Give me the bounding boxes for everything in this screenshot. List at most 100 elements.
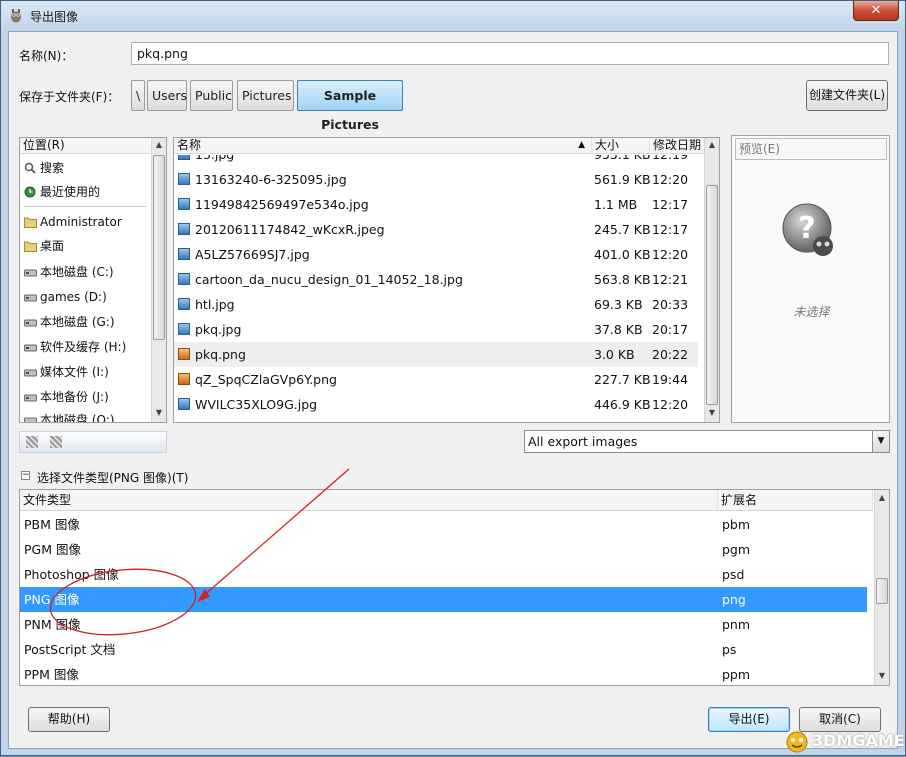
places-scrollbar[interactable]: ▲ ▼ — [151, 138, 166, 422]
file-type-expander[interactable]: − 选择文件类型(PNG 图像)(T) — [19, 468, 219, 486]
file-name: 13.jpg — [195, 155, 585, 167]
file-type-ext: ps — [722, 642, 737, 657]
file-type-row[interactable]: PostScript 文档 ps — [20, 637, 867, 662]
column-extension[interactable]: 扩展名 — [718, 490, 873, 511]
question-mark-icon: ? — [782, 203, 833, 256]
scroll-thumb[interactable] — [706, 185, 718, 405]
help-button[interactable]: 帮助(H) — [28, 707, 110, 732]
file-name: WVILC35XLO9G.jpg — [195, 397, 318, 412]
file-type-row[interactable]: PBM 图像 pbm — [20, 512, 867, 537]
places-header[interactable]: 位置(R) — [20, 138, 150, 154]
add-bookmark-icon[interactable] — [26, 436, 38, 448]
drive-icon — [24, 369, 37, 377]
gimp-app-icon — [11, 9, 21, 23]
image-file-icon — [178, 323, 190, 335]
place-drive-d[interactable]: games (D:) — [22, 286, 148, 308]
breadcrumb-pictures[interactable]: Pictures — [237, 80, 294, 111]
remove-bookmark-icon[interactable] — [50, 436, 62, 448]
export-button[interactable]: 导出(E) — [708, 707, 790, 732]
filename-input[interactable]: pkq.png — [131, 42, 889, 65]
file-row[interactable]: pkq.jpg 37.8 KB 20:17 — [174, 317, 698, 342]
file-size: 446.9 KB — [594, 397, 651, 412]
file-filter-value: All export images — [528, 434, 638, 449]
file-type-row[interactable]: PPM 图像 ppm — [20, 662, 867, 685]
place-drive-o[interactable]: 本地磁盘 (O:) — [22, 409, 148, 422]
column-name-label: 名称 — [177, 138, 202, 152]
scroll-up-arrow-icon[interactable]: ▲ — [875, 493, 889, 505]
file-type-scrollbar[interactable]: ▲ ▼ — [874, 490, 889, 685]
breadcrumb-public[interactable]: Public — [190, 80, 233, 111]
file-list-scrollbar[interactable]: ▲ ▼ — [704, 138, 719, 422]
file-date: 12:20 — [652, 247, 689, 262]
breadcrumb-sample-pictures[interactable]: Sample Pictures — [297, 80, 403, 132]
file-row[interactable]: 11949842569497e534o.jpg 1.1 MB 12:17 — [174, 192, 698, 217]
scroll-up-arrow-icon[interactable]: ▲ — [705, 140, 719, 152]
breadcrumb-users[interactable]: Users — [147, 80, 187, 111]
file-type-row[interactable]: PNM 图像 pnm — [20, 612, 867, 637]
file-name: A5LZ57669SJ7.jpg — [195, 247, 310, 262]
column-name[interactable]: 名称 ▲ — [174, 138, 592, 154]
place-label: Administrator — [40, 215, 122, 229]
place-drive-j[interactable]: 本地备份 (J:) — [22, 386, 148, 408]
place-recent[interactable]: 最近使用的 — [22, 181, 148, 203]
file-size: 563.8 KB — [594, 272, 651, 287]
file-date: 12:19 — [652, 155, 700, 167]
file-name: 13163240-6-325095.jpg — [195, 172, 347, 187]
file-row[interactable]: 20120611174842_wKcxR.jpeg 245.7 KB 12:17 — [174, 217, 698, 242]
place-drive-g[interactable]: 本地磁盘 (G:) — [22, 311, 148, 333]
file-row[interactable]: cartoon_da_nucu_design_01_14052_18.jpg 56… — [174, 267, 698, 292]
drive-icon — [24, 319, 37, 327]
scroll-thumb[interactable] — [876, 578, 888, 604]
scroll-down-arrow-icon[interactable]: ▼ — [875, 671, 889, 683]
file-type-row[interactable]: PGM 图像 pgm — [20, 537, 867, 562]
drive-icon — [24, 269, 37, 277]
place-drive-i[interactable]: 媒体文件 (I:) — [22, 361, 148, 383]
scroll-down-arrow-icon[interactable]: ▼ — [705, 408, 719, 420]
save-folder-label: 保存于文件夹(F)： — [19, 90, 120, 104]
drive-icon — [24, 394, 37, 402]
file-name: htl.jpg — [195, 297, 235, 312]
file-row-selected[interactable]: pkq.png 3.0 KB 20:22 — [174, 342, 698, 367]
place-search[interactable]: 搜索 — [22, 157, 148, 179]
scroll-up-arrow-icon[interactable]: ▲ — [152, 140, 166, 152]
place-label: 本地磁盘 (O:) — [40, 413, 115, 422]
file-row[interactable]: 13163240-6-325095.jpg 561.9 KB 12:20 — [174, 167, 698, 192]
dialog-body: 名称(N)： pkq.png 保存于文件夹(F)： \ Users Public… — [8, 31, 898, 749]
preview-toggle[interactable]: 预览(E) — [735, 138, 887, 160]
sort-ascending-icon: ▲ — [578, 140, 585, 150]
scroll-thumb[interactable] — [153, 155, 165, 340]
column-size[interactable]: 大小 — [592, 138, 650, 154]
file-row[interactable]: 13.jpg 955.1 KB12:19 — [174, 155, 698, 167]
file-row[interactable]: qZ_SpqCZlaGVp6Y.png 227.7 KB 19:44 — [174, 367, 698, 392]
column-date[interactable]: 修改日期 — [650, 138, 705, 154]
scroll-down-arrow-icon[interactable]: ▼ — [152, 408, 166, 420]
create-folder-button[interactable]: 创建文件夹(L) — [806, 80, 888, 111]
place-administrator[interactable]: Administrator — [22, 211, 148, 233]
file-row[interactable]: htl.jpg 69.3 KB 20:33 — [174, 292, 698, 317]
file-type-table: 文件类型 扩展名 PBM 图像 pbm PGM 图像 pgm Photoshop 图… — [19, 489, 890, 686]
column-file-type[interactable]: 文件类型 — [20, 490, 718, 511]
close-button[interactable]: ✕ — [853, 1, 899, 21]
place-drive-h[interactable]: 软件及缓存 (H:) — [22, 336, 148, 358]
drive-icon — [24, 344, 37, 352]
place-label: 本地磁盘 (C:) — [40, 265, 114, 279]
file-size: 561.9 KB — [594, 172, 651, 187]
chevron-down-icon[interactable]: ▼ — [872, 431, 889, 452]
file-type-row-selected[interactable]: PNG 图像 png — [20, 587, 867, 612]
file-type-ext: ppm — [722, 667, 751, 682]
png-file-icon — [178, 348, 190, 360]
file-row[interactable]: A5LZ57669SJ7.jpg 401.0 KB 12:20 — [174, 242, 698, 267]
file-type-ext: png — [722, 592, 746, 607]
file-type-row[interactable]: Photoshop 图像 psd — [20, 562, 867, 587]
file-row[interactable]: WVILC35XLO9G.jpg 446.9 KB 12:20 — [174, 392, 698, 417]
breadcrumb-root[interactable]: \ — [131, 80, 145, 111]
search-icon — [24, 162, 36, 174]
place-drive-c[interactable]: 本地磁盘 (C:) — [22, 261, 148, 283]
place-label: 搜索 — [40, 161, 65, 175]
image-file-icon — [178, 198, 190, 210]
place-desktop[interactable]: 桌面 — [22, 235, 148, 257]
file-date: 12:21 — [652, 272, 689, 287]
watermark-text: 3DMGAME — [812, 731, 905, 750]
file-name: pkq.jpg — [195, 322, 242, 337]
file-filter-select[interactable]: All export images ▼ — [524, 430, 890, 453]
